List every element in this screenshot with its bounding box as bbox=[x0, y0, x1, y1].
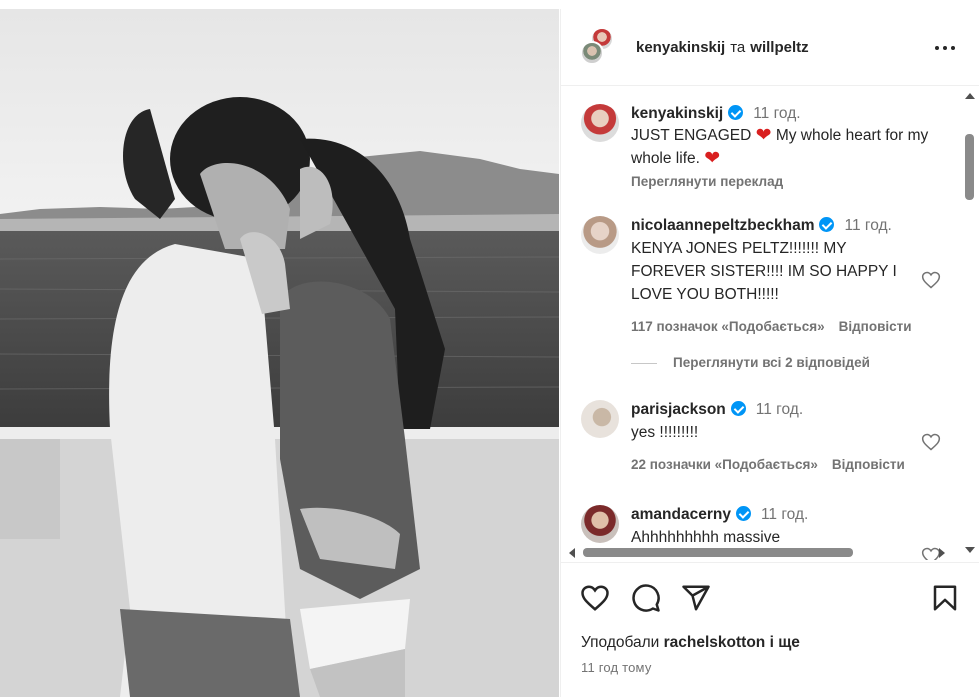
comment-time[interactable]: 11 год. bbox=[756, 401, 803, 418]
scroll-down-icon[interactable] bbox=[965, 547, 975, 553]
heart-icon[interactable] bbox=[580, 583, 610, 613]
author-username[interactable]: kenyakinskij bbox=[636, 39, 725, 56]
scroll-left-icon[interactable] bbox=[569, 548, 575, 558]
comment-time[interactable]: 11 год. bbox=[761, 506, 808, 523]
share-icon[interactable] bbox=[681, 583, 711, 613]
likes-summary: Уподобали rachelskotton і ще bbox=[581, 634, 800, 652]
scrollbar-thumb[interactable] bbox=[583, 548, 853, 557]
comment-item: nicolaannepeltzbeckham 11 год. KENYA JONE… bbox=[581, 214, 961, 344]
post-photo-image bbox=[0, 9, 559, 697]
post-header: kenyakinskij та willpeltz bbox=[561, 9, 979, 86]
post-side-panel: kenyakinskij та willpeltz kenyakinskij 11 г… bbox=[560, 9, 979, 697]
view-replies-button[interactable]: Переглянути всі 2 відповідей bbox=[631, 355, 870, 370]
comment-username[interactable]: nicolaannepeltzbeckham bbox=[631, 217, 814, 234]
collab-avatars[interactable] bbox=[580, 27, 614, 67]
horizontal-scrollbar[interactable] bbox=[561, 544, 961, 561]
avatar[interactable] bbox=[581, 216, 619, 254]
caption-text-part: JUST ENGAGED bbox=[631, 127, 756, 144]
comment-time[interactable]: 11 год. bbox=[753, 105, 800, 122]
avatar[interactable] bbox=[580, 41, 604, 65]
avatar[interactable] bbox=[581, 505, 619, 543]
liker-username[interactable]: rachelskotton bbox=[664, 634, 766, 651]
author-conjunction: та bbox=[730, 39, 746, 56]
post-timestamp[interactable]: 11 год тому bbox=[581, 660, 652, 675]
comment-username[interactable]: kenyakinskij bbox=[631, 105, 723, 122]
comment-text: yes !!!!!!!!! bbox=[631, 424, 699, 441]
author-username[interactable]: willpeltz bbox=[750, 39, 808, 56]
comment-item: parisjackson 11 год. yes !!!!!!!!! 22 поз… bbox=[581, 398, 961, 473]
reply-button[interactable]: Відповісти bbox=[839, 319, 912, 334]
caption-comment: kenyakinskij 11 год. JUST ENGAGED ❤ My wh… bbox=[581, 102, 961, 197]
comments-list: kenyakinskij 11 год. JUST ENGAGED ❤ My wh… bbox=[561, 87, 979, 560]
comment-username[interactable]: parisjackson bbox=[631, 401, 726, 418]
heart-icon[interactable] bbox=[921, 432, 941, 452]
avatar[interactable] bbox=[581, 104, 619, 142]
comment-text: JUST ENGAGED ❤ My whole heart for my who… bbox=[631, 124, 931, 170]
verified-badge-icon bbox=[819, 217, 835, 232]
comment-likes-count[interactable]: 117 позначок «Подобається» bbox=[631, 319, 825, 334]
post-authors: kenyakinskij та willpeltz bbox=[636, 39, 809, 56]
scrollbar-thumb[interactable] bbox=[965, 134, 974, 200]
scroll-right-icon[interactable] bbox=[939, 548, 945, 558]
bookmark-icon[interactable] bbox=[930, 583, 960, 613]
scroll-up-icon[interactable] bbox=[965, 93, 975, 99]
comment-icon[interactable] bbox=[631, 583, 661, 613]
vertical-scrollbar[interactable] bbox=[961, 87, 978, 553]
avatar[interactable] bbox=[581, 400, 619, 438]
comment-likes-count[interactable]: 22 позначки «Подобається» bbox=[631, 457, 818, 472]
heart-emoji-icon: ❤ bbox=[704, 148, 721, 169]
reply-button[interactable]: Відповісти bbox=[832, 457, 905, 472]
post-actions: Уподобали rachelskotton і ще 11 год тому bbox=[561, 562, 979, 697]
comment-time[interactable]: 11 год. bbox=[844, 217, 891, 234]
verified-badge-icon bbox=[735, 506, 751, 521]
more-icon[interactable] bbox=[934, 39, 956, 55]
post-photo[interactable] bbox=[0, 9, 559, 697]
translate-link[interactable]: Переглянути переклад bbox=[631, 174, 783, 189]
comment-text: KENYA JONES PELTZ!!!!!!! MY FOREVER SIST… bbox=[631, 240, 897, 303]
likes-more-link[interactable]: і ще bbox=[765, 634, 800, 651]
verified-badge-icon bbox=[728, 105, 744, 120]
likes-prefix: Уподобали bbox=[581, 634, 664, 651]
comment-username[interactable]: amandacerny bbox=[631, 506, 731, 523]
heart-emoji-icon: ❤ bbox=[755, 125, 772, 146]
heart-icon[interactable] bbox=[921, 270, 941, 290]
verified-badge-icon bbox=[730, 401, 746, 416]
